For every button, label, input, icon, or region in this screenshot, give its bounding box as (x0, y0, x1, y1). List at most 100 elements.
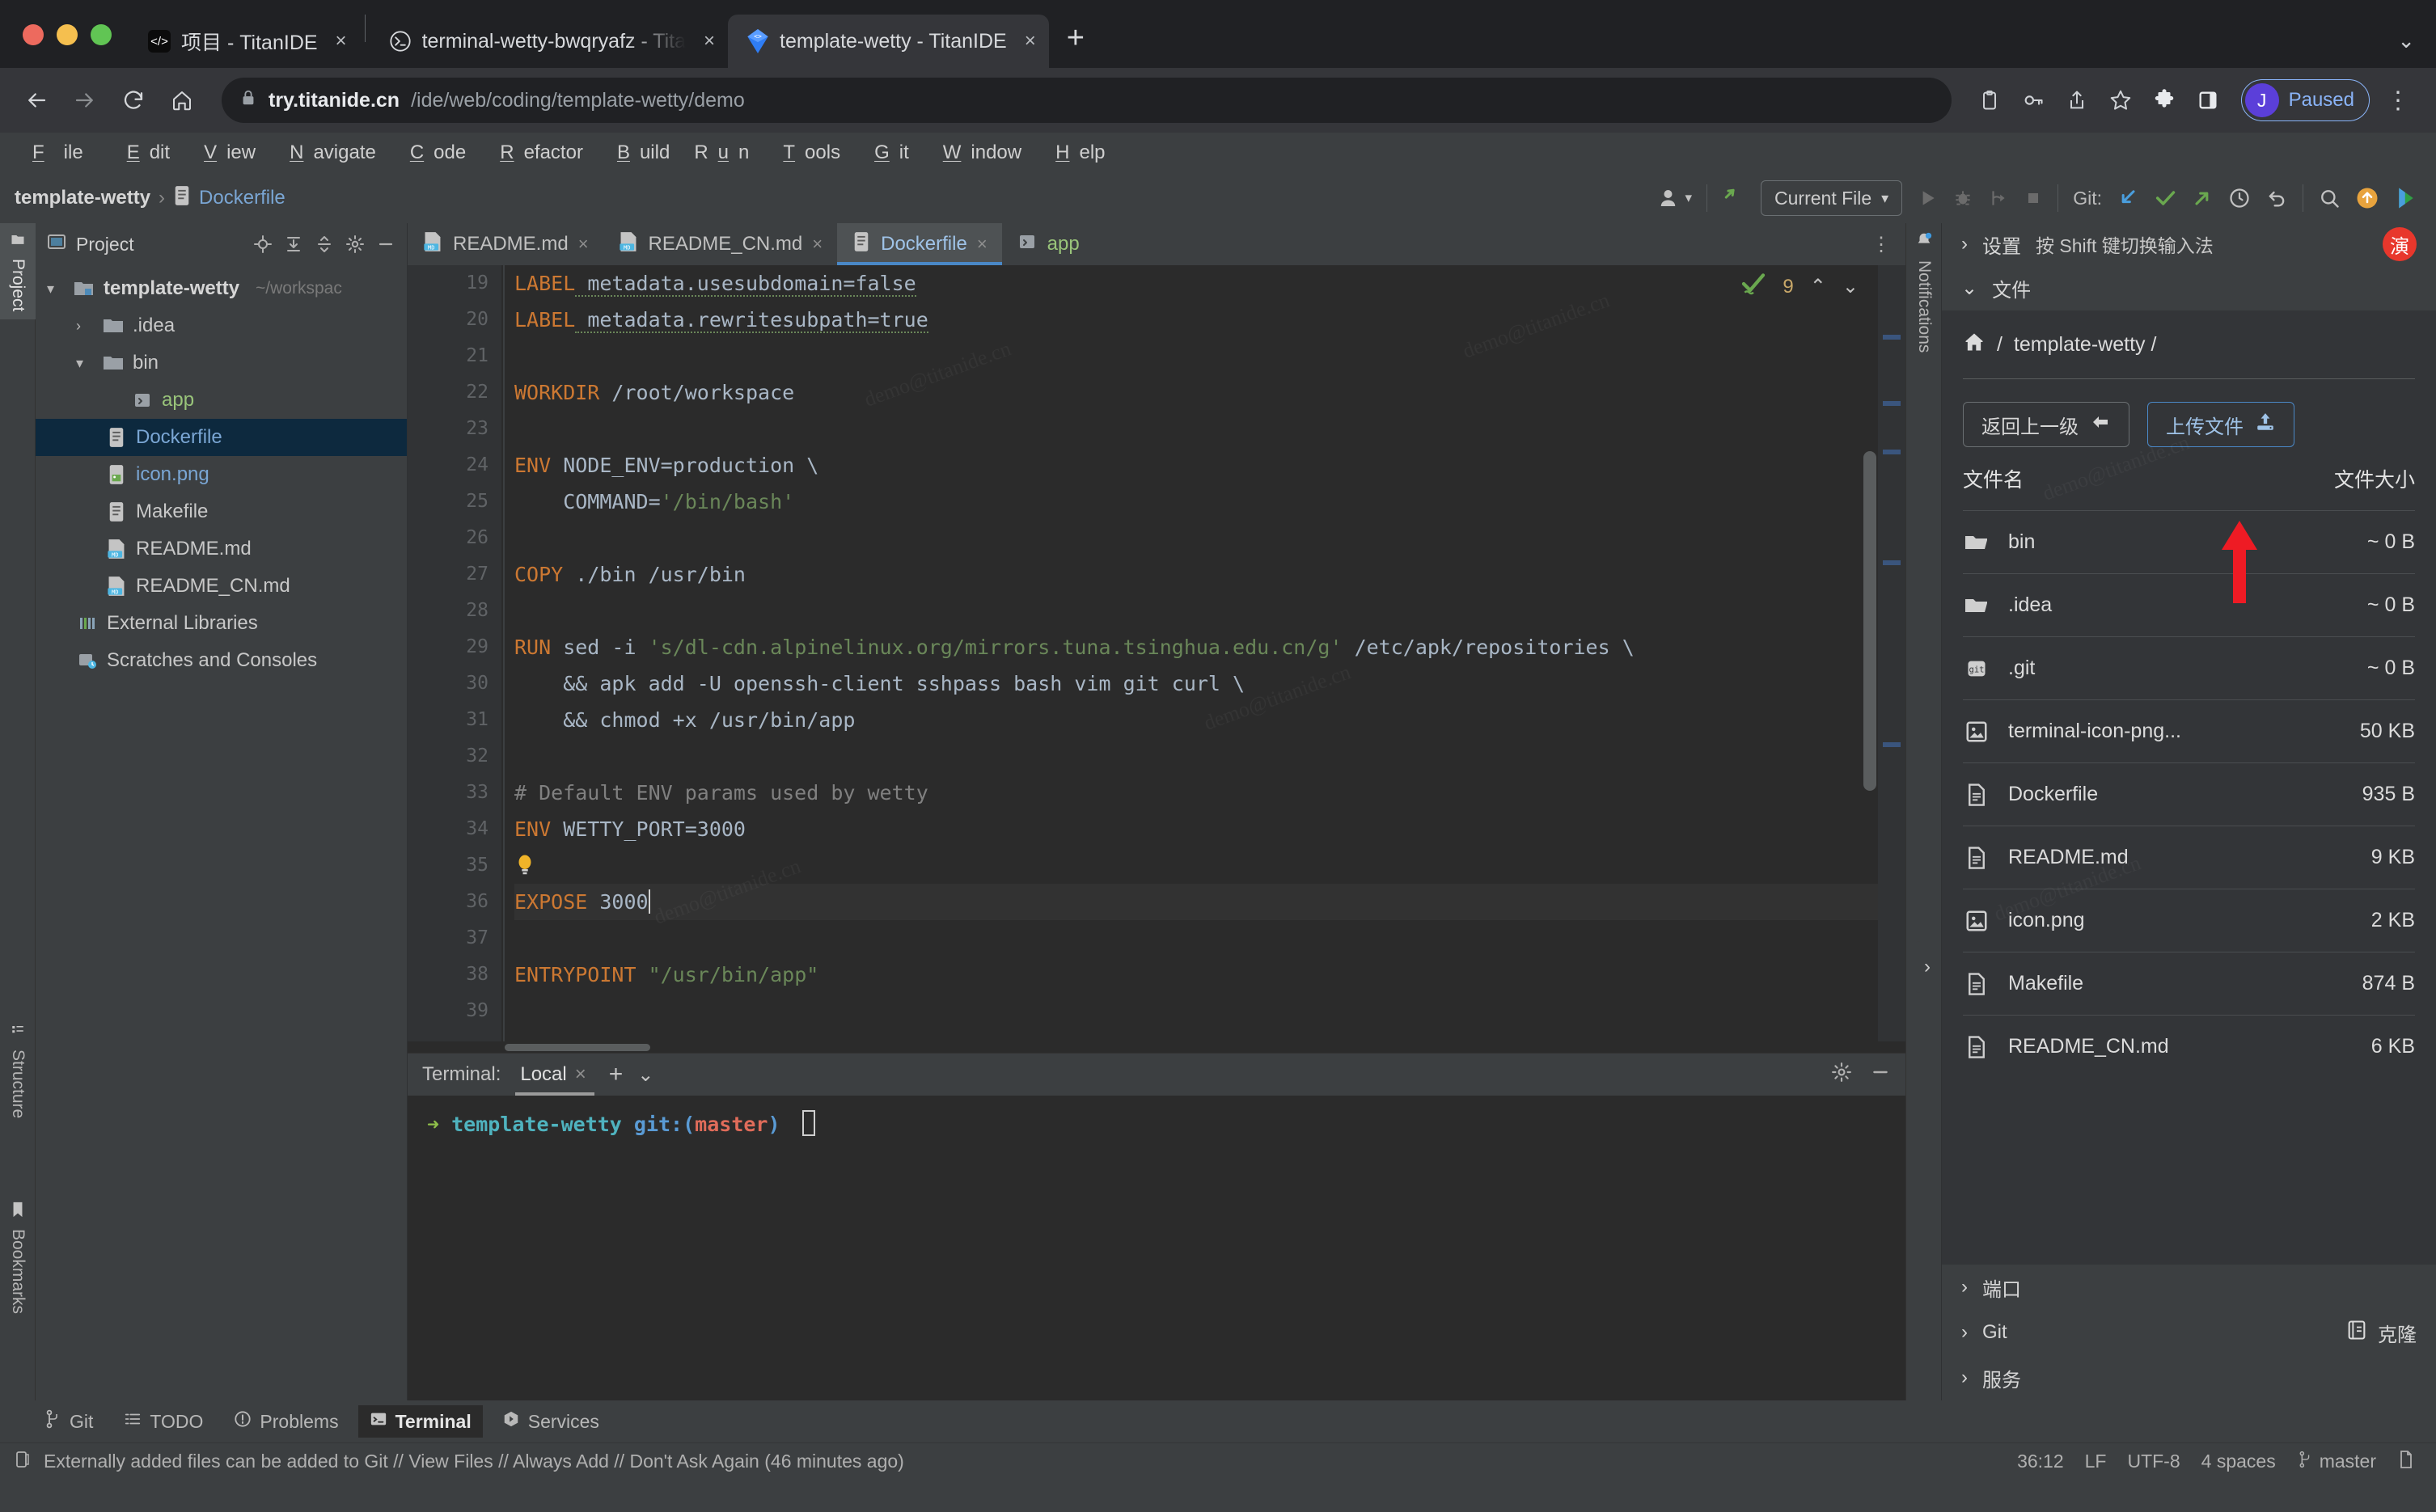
git-branch-widget[interactable]: master (2297, 1451, 2376, 1473)
tree-item-readme-cn-md[interactable]: MD README_CN.md (36, 568, 407, 605)
git-commit-icon[interactable] (2154, 187, 2176, 209)
file-row-terminal-icon-png[interactable]: terminal-icon-png... 50 KB (1963, 699, 2415, 762)
menu-tools[interactable]: Tools (763, 138, 850, 167)
home-icon[interactable] (1963, 331, 1986, 359)
titanide-upload-icon[interactable] (2355, 186, 2379, 210)
caret-position[interactable]: 36:12 (2017, 1451, 2064, 1472)
sidebar-item-structure[interactable]: Structure (0, 1016, 36, 1126)
editor-tab-app[interactable]: app (1002, 223, 1094, 265)
tree-item-app[interactable]: app (36, 382, 407, 419)
file-row-dockerfile[interactable]: Dockerfile 935 B (1963, 762, 2415, 826)
menu-code[interactable]: Code (391, 138, 476, 167)
maximize-window-button[interactable] (91, 24, 112, 45)
hide-panel-icon[interactable] (376, 234, 395, 254)
line-separator[interactable]: LF (2085, 1451, 2107, 1472)
tree-item-readme-md[interactable]: MD README.md (36, 530, 407, 568)
extensions-puzzle-icon[interactable] (2144, 80, 2184, 120)
error-stripe[interactable] (1878, 265, 1905, 1041)
titanide-play-icon[interactable] (2394, 186, 2418, 210)
profile-paused-button[interactable]: J Paused (2240, 79, 2370, 121)
forward-icon[interactable] (63, 78, 107, 122)
code-line[interactable]: ENV WETTY_PORT=3000 (514, 811, 1905, 847)
editor-tab-readme-md[interactable]: MD README.md × (408, 223, 603, 265)
collapse-all-icon[interactable] (315, 234, 334, 254)
code-line[interactable] (514, 993, 1905, 1029)
status-tool-terminal[interactable]: Terminal (357, 1405, 483, 1438)
sidebar-item-bookmarks[interactable]: Bookmarks (0, 1193, 36, 1322)
browser-tab-close-icon[interactable]: × (704, 30, 715, 53)
editor-horizontal-scrollbar[interactable] (408, 1041, 1905, 1053)
status-tool-todo[interactable]: TODO (112, 1405, 214, 1438)
minimize-window-button[interactable] (57, 24, 78, 45)
chrome-menu-icon[interactable]: ⋮ (2375, 87, 2421, 115)
sidebar-item-notifications[interactable]: Notifications (1906, 223, 1942, 361)
tree-item-template-wetty[interactable]: ▾ template-wetty ~/workspac (36, 270, 407, 307)
code-line[interactable] (514, 920, 1905, 957)
menu-view[interactable]: View (184, 138, 265, 167)
gear-icon[interactable] (1831, 1062, 1852, 1088)
tree-item-makefile[interactable]: Makefile (36, 493, 407, 530)
code-line[interactable] (514, 738, 1905, 775)
chevron-down-icon[interactable]: ▾ (47, 281, 65, 298)
expand-all-icon[interactable] (284, 234, 303, 254)
gear-icon[interactable] (345, 234, 365, 254)
services-section[interactable]: › 服务 (1942, 1355, 2436, 1400)
side-panel-icon[interactable] (2188, 80, 2228, 120)
home-icon[interactable] (160, 78, 204, 122)
status-message[interactable]: Externally added files can be added to G… (44, 1451, 904, 1472)
code-line[interactable]: LABEL metadata.usesubdomain=false (514, 265, 1905, 302)
code-line[interactable] (514, 847, 1905, 884)
file-row-readme-md[interactable]: README.md 9 KB (1963, 826, 2415, 889)
close-window-button[interactable] (23, 24, 44, 45)
tree-item-idea[interactable]: › .idea (36, 307, 407, 344)
chevron-down-icon[interactable]: ⌄ (2397, 28, 2415, 53)
address-bar[interactable]: try.titanide.cn/ide/web/coding/template-… (222, 78, 1952, 123)
status-tool-services[interactable]: Services (491, 1405, 611, 1438)
menu-edit[interactable]: Edit (108, 138, 180, 167)
menu-navigate[interactable]: Navigate (270, 138, 386, 167)
code-line[interactable]: # Default ENV params used by wetty (514, 775, 1905, 811)
status-tool-git[interactable]: Git (32, 1404, 104, 1438)
breadcrumb-project[interactable]: template-wetty (15, 187, 150, 209)
editor-tab-options-icon[interactable]: ⋮ (1857, 223, 1905, 265)
memory-indicator-icon[interactable] (2397, 1450, 2415, 1474)
code-line[interactable]: COPY ./bin /usr/bin (514, 556, 1905, 593)
upload-file-button[interactable]: 上传文件 (2147, 402, 2294, 447)
code-line[interactable]: WORKDIR /root/workspace (514, 374, 1905, 411)
bookmark-star-icon[interactable] (2100, 80, 2141, 120)
git-push-icon[interactable] (2191, 187, 2214, 209)
code-line[interactable] (514, 338, 1905, 374)
sidebar-item-project[interactable]: Project (0, 223, 36, 320)
go-up-button[interactable]: 返回上一级 (1963, 402, 2129, 447)
prev-issue-icon[interactable]: ⌃ (1810, 275, 1826, 298)
file-row-git[interactable]: git .git ~ 0 B (1963, 636, 2415, 699)
browser-tab-close-icon[interactable]: × (336, 30, 347, 53)
code-editor[interactable]: 19 20 21 22 23 24 25 26 27 28 29 30 31 32 33 34 35 36 37 38… (408, 265, 1905, 1041)
chevron-right-icon[interactable]: › (76, 318, 94, 335)
share-icon[interactable] (2057, 80, 2097, 120)
tree-item-scratches-and-consoles[interactable]: Scratches and Consoles (36, 642, 407, 679)
ime-badge[interactable]: 演 (2383, 227, 2417, 261)
menu-refactor[interactable]: Refactor (480, 138, 593, 167)
browser-tab-2[interactable]: <> template-wetty - TitanIDE × (728, 15, 1049, 68)
code-line[interactable]: LABEL metadata.rewritesubpath=true (514, 302, 1905, 338)
menu-git[interactable]: Git (855, 138, 919, 167)
browser-tab-0[interactable]: </> 项目 - TitanIDE × (129, 15, 360, 68)
run-with-coverage-icon[interactable] (1988, 188, 2009, 209)
ports-section[interactable]: › 端口 (1942, 1265, 2436, 1310)
hide-panel-icon[interactable] (1870, 1062, 1891, 1088)
terminal-output[interactable]: ➜ template-wetty git:(master) (408, 1096, 1905, 1400)
file-row-icon-png[interactable]: icon.png 2 KB (1963, 889, 2415, 952)
code-line[interactable]: && chmod +x /usr/bin/app (514, 702, 1905, 738)
code-line[interactable]: RUN sed -i 's/dl-cdn.alpinelinux.org/mir… (514, 629, 1905, 665)
menu-file[interactable]: File (13, 138, 103, 167)
code-line[interactable]: && apk add -U openssh-client sshpass bas… (514, 665, 1905, 702)
new-tab-button[interactable]: + (1049, 23, 1102, 68)
search-icon[interactable] (2318, 187, 2341, 209)
tree-item-dockerfile[interactable]: Dockerfile (36, 419, 407, 456)
file-encoding[interactable]: UTF-8 (2127, 1451, 2180, 1472)
chevron-down-icon[interactable]: ▾ (76, 355, 94, 372)
browser-tab-close-icon[interactable]: × (1025, 30, 1036, 53)
editor-tab-close-icon[interactable]: × (977, 234, 988, 255)
editor-tab-close-icon[interactable]: × (578, 234, 589, 255)
